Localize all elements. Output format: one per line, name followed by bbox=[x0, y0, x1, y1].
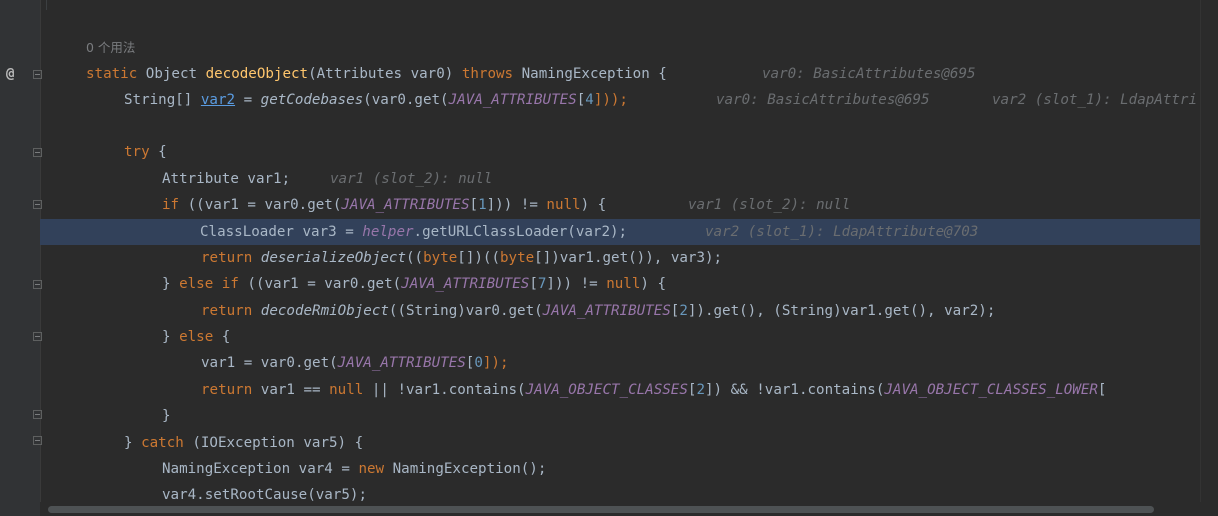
inline-debug-value: var2 (slot_1): LdapAttri bbox=[992, 92, 1197, 108]
code-line: return var1 == null || !var1.contains(JA… bbox=[201, 382, 1107, 398]
inline-debug-value: var0: BasicAttributes@695 bbox=[762, 66, 976, 82]
vertical-scrollbar[interactable] bbox=[1200, 0, 1218, 502]
usage-hint[interactable]: 0 个用法 bbox=[86, 35, 135, 61]
code-line: } else { bbox=[162, 329, 231, 345]
code-area[interactable]: 0 个用法 static Object decodeObject(Attribu… bbox=[40, 0, 1201, 516]
horizontal-scrollbar[interactable] bbox=[40, 502, 1218, 516]
code-line: try { bbox=[124, 144, 167, 160]
code-line: } else if ((var1 = var0.get(JAVA_ATTRIBU… bbox=[162, 276, 666, 292]
inline-debug-value: var0: BasicAttributes@695 bbox=[716, 92, 930, 108]
code-line: return deserializeObject((byte[])((byte[… bbox=[201, 250, 723, 266]
indent-guide bbox=[46, 0, 47, 10]
code-line: Attribute var1; var1 (slot_2): null bbox=[40, 166, 1201, 192]
code-line: 0 个用法 bbox=[40, 35, 1201, 61]
code-line: NamingException var4 = new NamingExcepti… bbox=[162, 461, 547, 477]
code-line: var1 = var0.get(JAVA_ATTRIBUTES[0]); bbox=[201, 355, 509, 371]
code-line: String[] var2 = getCodebases(var0.get(JA… bbox=[40, 87, 1201, 113]
scrollbar-thumb[interactable] bbox=[48, 506, 1154, 513]
code-line: } catch (IOException var5) { bbox=[124, 435, 364, 451]
editor-gutter[interactable]: @ bbox=[0, 0, 42, 516]
code-line: if ((var1 = var0.get(JAVA_ATTRIBUTES[1])… bbox=[40, 192, 1201, 218]
inline-debug-value: var1 (slot_2): null bbox=[688, 197, 851, 213]
override-marker-icon[interactable]: @ bbox=[6, 66, 14, 82]
execution-point-line[interactable]: ClassLoader var3 = helper.getURLClassLoa… bbox=[40, 219, 1201, 245]
code-line: return decodeRmiObject((String)var0.get(… bbox=[201, 303, 996, 319]
inline-debug-value: var2 (slot_1): LdapAttribute@703 bbox=[705, 224, 979, 240]
variable-link: var2 bbox=[200, 92, 236, 108]
inline-debug-value: var1 (slot_2): null bbox=[330, 171, 493, 187]
code-line: } bbox=[162, 408, 171, 424]
code-editor[interactable]: @ 0 个用法 static Object decodeObject(Attri… bbox=[0, 0, 1218, 516]
code-line: static Object decodeObject(Attributes va… bbox=[40, 61, 1201, 87]
